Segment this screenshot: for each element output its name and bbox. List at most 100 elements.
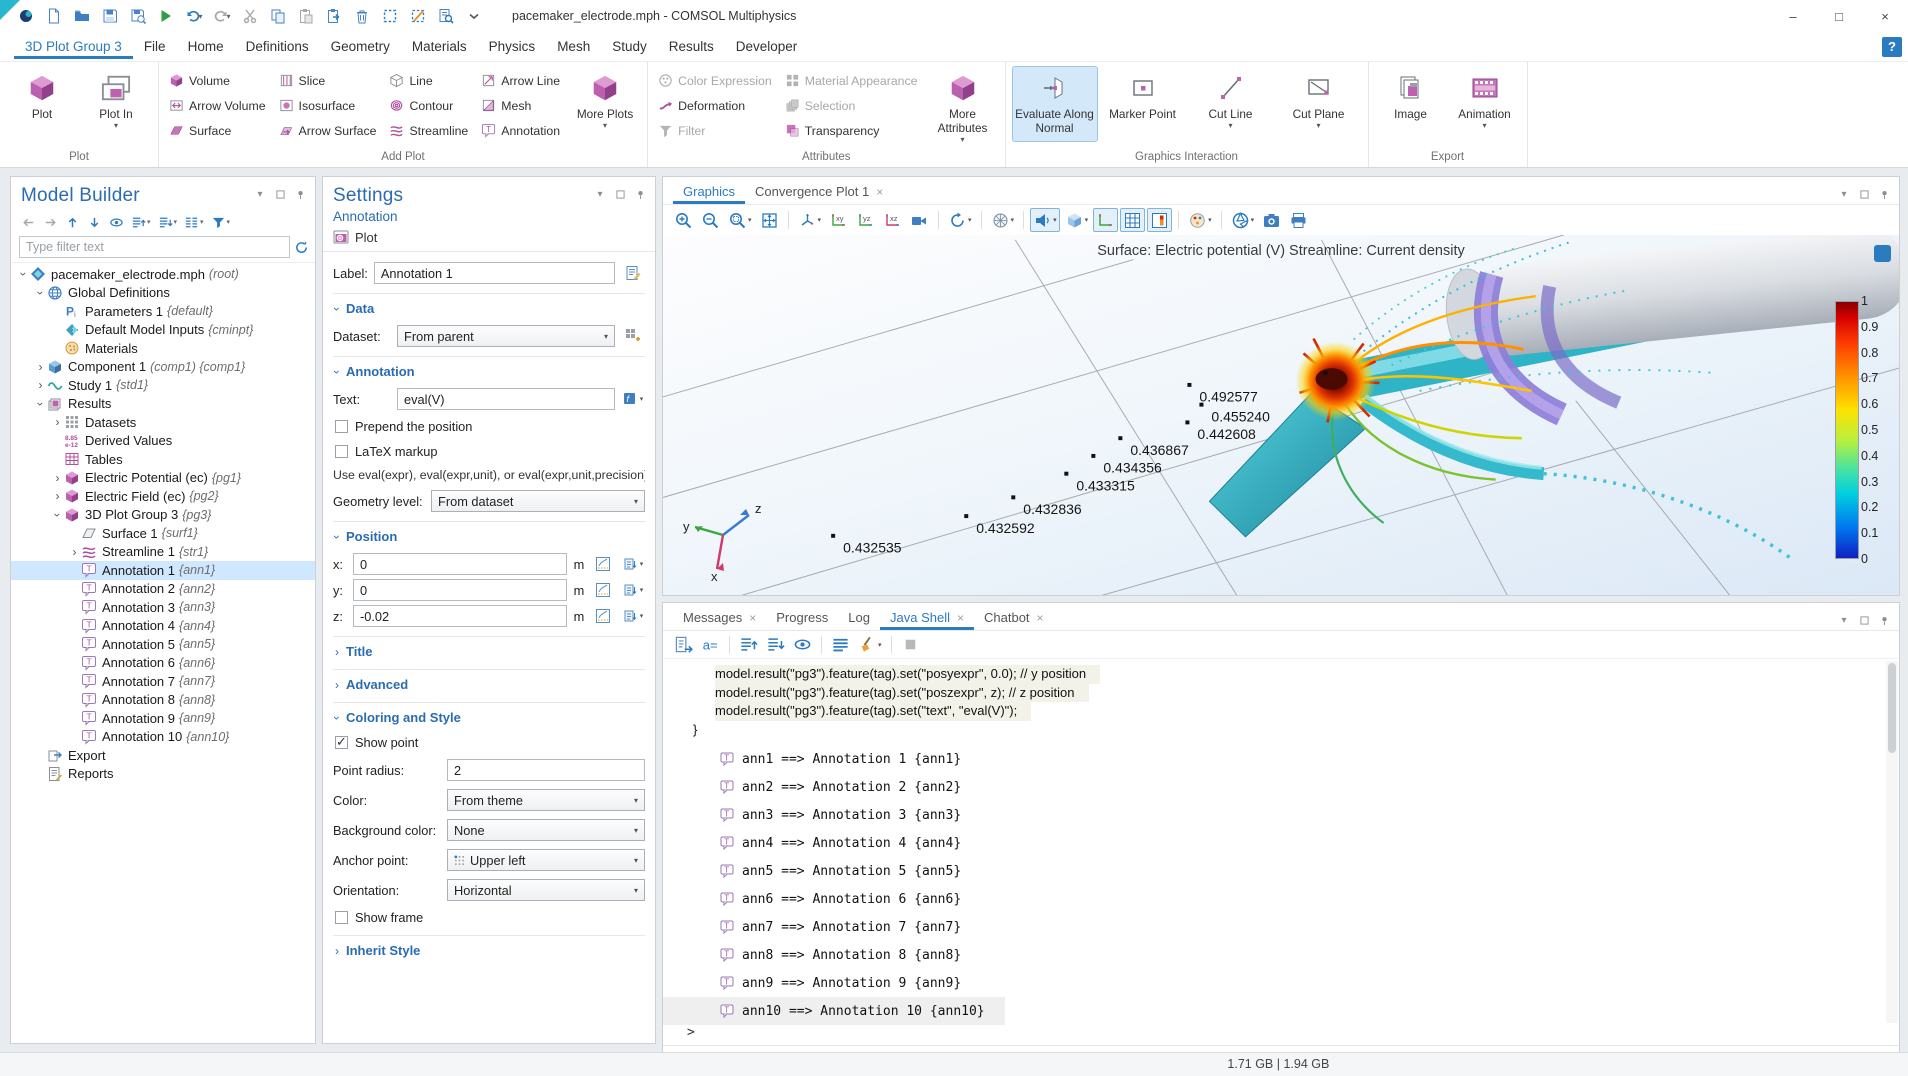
info-icon[interactable] (1874, 245, 1891, 262)
shell-tool-button[interactable]: ▾ (891, 636, 892, 654)
model-builder-tool-button[interactable]: ▾ (63, 212, 82, 232)
ribbon-big-button[interactable]: More Plots ▾ (569, 66, 641, 142)
graphics-tool-button[interactable]: ▾ (945, 208, 975, 232)
ribbon-big-button[interactable]: Plot In ▾ (80, 66, 152, 142)
quick-access-button[interactable]: ▾ (294, 5, 318, 27)
section-advanced[interactable]: ›Advanced (333, 669, 645, 697)
shell-tool-button[interactable]: ▾ (736, 633, 761, 657)
graphics-tool-button[interactable]: ▾ (1178, 211, 1179, 229)
graphics-tool-button[interactable]: ▾ (1185, 208, 1215, 232)
position-input[interactable] (353, 605, 567, 627)
ribbon-big-button[interactable]: More Attributes ▾ (927, 66, 999, 142)
console-tab[interactable]: Log × (838, 605, 880, 630)
tree-filter-input[interactable] (19, 236, 290, 258)
ribbon-small-button[interactable]: Color Expression (654, 68, 779, 93)
tree-chevron-icon[interactable]: › (51, 508, 65, 521)
tree-item[interactable]: › T Annotation 6 {ann6} (11, 654, 315, 673)
ribbon-small-button[interactable]: Selection (781, 93, 925, 118)
quick-access-button[interactable]: ▾ (462, 5, 486, 27)
section-position[interactable]: ›Position (333, 521, 645, 549)
tree-item[interactable]: › Tables (11, 450, 315, 469)
graphics-tool-button[interactable]: ▾ (1228, 208, 1258, 232)
graphics-tool-button[interactable]: ▾ (1120, 208, 1145, 232)
quick-access-button[interactable]: ▾ (238, 5, 262, 27)
tree-item[interactable]: › T Annotation 9 {ann9} (11, 709, 315, 728)
graphics-tool-button[interactable]: ▾ (795, 208, 825, 232)
tree-item[interactable]: › Export (11, 746, 315, 765)
quick-access-button[interactable]: ▾ (126, 5, 150, 27)
graphics-tool-button[interactable]: yz ▾ (853, 208, 878, 232)
expression-helper-icon[interactable]: f▾ (621, 388, 645, 410)
section-annotation[interactable]: ›Annotation (333, 356, 645, 384)
latex-markup-checkbox[interactable] (335, 445, 348, 458)
edit-note-icon[interactable] (621, 262, 645, 284)
panel-menu-icon[interactable]: ▾ (1837, 613, 1851, 627)
quick-access-button[interactable]: ▾ (350, 5, 374, 27)
graphics-tool-button[interactable]: ▾ (1093, 208, 1118, 232)
orientation-combobox[interactable]: Horizontal▾ (447, 879, 645, 901)
tree-item[interactable]: › pacemaker_electrode.mph (root) (11, 265, 315, 284)
graphics-tool-button[interactable]: ▾ (788, 211, 789, 229)
tree-item[interactable]: › Reports (11, 765, 315, 784)
console-tab[interactable]: Messages × (673, 605, 766, 630)
panel-menu-icon[interactable]: ▾ (1837, 187, 1851, 201)
maximize-button[interactable]: □ (1816, 0, 1862, 32)
tree-item[interactable]: › T Annotation 10 {ann10} (11, 728, 315, 747)
graphics-tool-button[interactable]: ▾ (671, 208, 696, 232)
pin-icon[interactable] (293, 187, 307, 201)
graphics-tool-button[interactable]: ▾ (725, 208, 755, 232)
console-tab[interactable]: Java Shell × (880, 605, 974, 630)
graphics-tab[interactable]: Convergence Plot 1 × (745, 179, 893, 204)
close-tab-icon[interactable]: × (749, 611, 756, 625)
quick-access-button[interactable]: ▾ (210, 5, 234, 27)
float-icon[interactable] (1857, 187, 1871, 201)
ribbon-small-button[interactable]: Mesh (477, 93, 567, 118)
section-data[interactable]: ›Data (333, 293, 645, 321)
panel-menu-icon[interactable]: ▾ (593, 187, 607, 201)
graphics-tool-button[interactable]: xy ▾ (826, 208, 851, 232)
tree-item[interactable]: › T Annotation 7 {ann7} (11, 672, 315, 691)
tree-item[interactable]: › T Annotation 4 {ann4} (11, 617, 315, 636)
tree-item[interactable]: › Global Definitions (11, 284, 315, 303)
model-builder-tool-button[interactable]: ▾ (209, 212, 233, 232)
shell-tool-button[interactable]: ▾ (828, 633, 853, 657)
range-icon[interactable] (591, 605, 615, 627)
minimize-button[interactable]: – (1770, 0, 1816, 32)
quick-access-button[interactable]: ▾ (406, 5, 430, 27)
graphics-tool-button[interactable]: ▾ (1259, 208, 1284, 232)
shell-tool-button[interactable]: ▾ (763, 633, 788, 657)
shell-tool-button[interactable]: ▾ (790, 633, 815, 657)
tree-item[interactable]: › Study 1 {std1} (11, 376, 315, 395)
tree-item[interactable]: › Results (11, 395, 315, 414)
console-tab[interactable]: Progress × (766, 605, 838, 630)
graphics-tool-button[interactable]: ▾ (698, 208, 723, 232)
quick-access-button[interactable]: ▾ (98, 5, 122, 27)
menu-item[interactable]: Geometry (320, 34, 401, 59)
ribbon-small-button[interactable]: Surface (165, 118, 273, 143)
menu-item[interactable]: Physics (478, 34, 547, 59)
ribbon-small-button[interactable]: T Annotation (477, 118, 567, 143)
ribbon-big-button[interactable]: Cut Line ▾ (1188, 66, 1274, 142)
point-radius-input[interactable] (447, 759, 645, 781)
section-inherit-style[interactable]: ›Inherit Style (333, 935, 645, 963)
close-tab-icon[interactable]: × (957, 611, 964, 625)
tree-chevron-icon[interactable]: › (34, 378, 47, 392)
console-tab[interactable]: Chatbot × (974, 605, 1054, 630)
ribbon-big-button[interactable]: Cut Plane ▾ (1276, 66, 1362, 142)
ribbon-small-button[interactable]: Filter (654, 118, 779, 143)
graphics-tool-button[interactable]: ▾ (1286, 208, 1311, 232)
menu-item[interactable]: Results (658, 34, 725, 59)
field-options-icon[interactable]: ▾ (621, 605, 645, 627)
field-options-icon[interactable]: ▾ (621, 579, 645, 601)
pin-icon[interactable] (1877, 613, 1891, 627)
graphics-tool-button[interactable]: ▾ (938, 211, 939, 229)
dataset-combobox[interactable]: From parent▾ (397, 325, 615, 347)
field-options-icon[interactable]: ▾ (621, 553, 645, 575)
annotation-text-input[interactable] (397, 388, 615, 410)
graphics-tool-button[interactable]: ▾ (1062, 208, 1092, 232)
tree-chevron-icon[interactable]: › (34, 360, 47, 374)
range-icon[interactable] (591, 553, 615, 575)
settings-plot-button[interactable]: Plot (355, 230, 377, 245)
tree-chevron-icon[interactable]: › (51, 471, 64, 485)
menu-item[interactable]: Study (601, 34, 658, 59)
